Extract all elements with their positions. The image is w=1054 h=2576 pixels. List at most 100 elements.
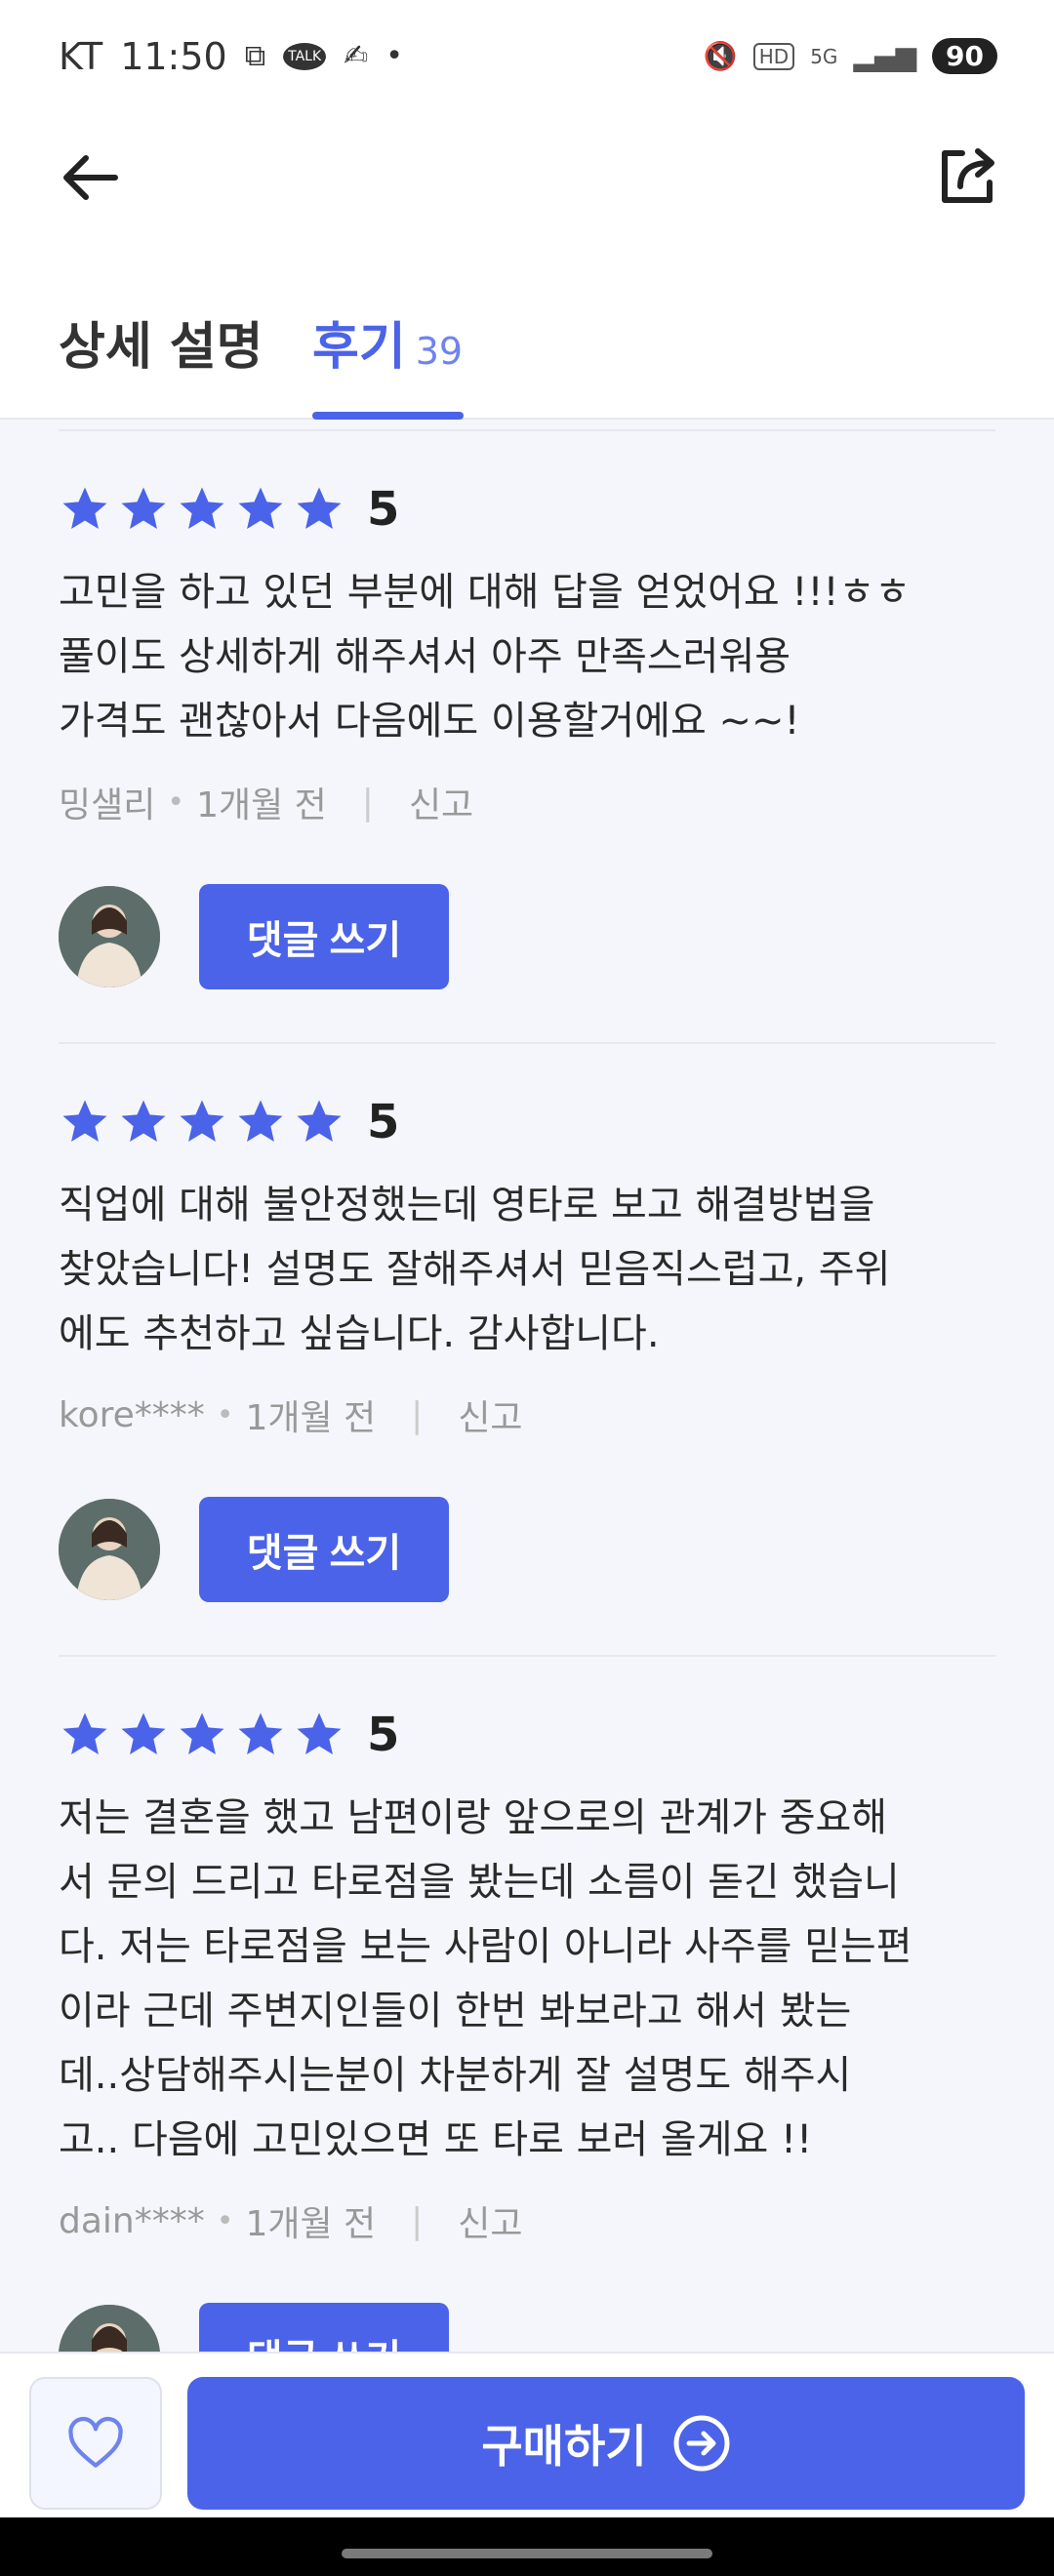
review-author: 밍샐리	[59, 785, 156, 825]
star-icon	[62, 1712, 107, 1755]
rating-score: 5	[367, 1708, 400, 1762]
review-line: 데..상담해주시는분이 차분하게 잘 설명도 해주시	[59, 2053, 852, 2098]
purchase-button[interactable]: 구매하기	[187, 2377, 1025, 2510]
star-icon	[297, 1712, 342, 1755]
star-icon	[238, 487, 283, 530]
favorite-button[interactable]	[29, 2377, 162, 2510]
star-icon	[121, 487, 166, 530]
review-line: 고.. 다음에 고민있으면 또 타로 보러 올게요 !!	[59, 2117, 813, 2162]
reply-row: 댓글 쓰기	[59, 2303, 995, 2352]
reply-row: 댓글 쓰기	[59, 1497, 995, 1602]
review-author: kore****	[59, 1394, 205, 1435]
star-rating: 5	[59, 480, 995, 539]
star-icon	[121, 1100, 166, 1143]
review-line: 다. 저는 타로점을 보는 사람이 아니라 사주를 믿는편	[59, 1924, 912, 1969]
meta-dot: •	[216, 2203, 234, 2238]
star-icon	[238, 1100, 283, 1143]
review-line: 서 문의 드리고 타로점을 봤는데 소름이 돋긴 했습니	[59, 1860, 900, 1905]
heart-icon	[68, 2416, 123, 2468]
review-author: dain****	[59, 2200, 205, 2241]
hd-icon: HD	[752, 42, 795, 70]
report-link[interactable]: 신고	[409, 777, 473, 827]
reviews-list[interactable]: 5 고민을 하고 있던 부분에 대해 답을 얻었어요 !!!ㅎㅎ 풀이도 상세하…	[0, 420, 1054, 2352]
review-meta: kore**** • 1개월 전 | 신고	[59, 1386, 995, 1444]
star-icon	[297, 1100, 342, 1143]
home-indicator[interactable]	[342, 2549, 712, 2558]
review-time: 1개월 전	[196, 785, 327, 825]
star-rating: 5	[59, 1093, 995, 1151]
review-line: 이라 근데 주변지인들이 한번 봐보라고 해서 봤는	[59, 1989, 852, 2033]
tab-bar: 상세 설명 후기 39	[0, 239, 1054, 420]
divider	[59, 1655, 995, 1657]
review-line: 고민을 하고 있던 부분에 대해 답을 얻었어요 !!!ㅎㅎ	[59, 570, 912, 615]
meta-separator: |	[411, 1394, 424, 1435]
carrier-label: KT	[59, 34, 103, 78]
arrow-circle-icon	[673, 2415, 730, 2472]
purchase-button-label: 구매하기	[481, 2421, 647, 2472]
tab-description-label: 상세 설명	[59, 318, 264, 377]
rating-score: 5	[367, 1095, 400, 1149]
clock: 11:50	[120, 34, 227, 78]
status-bar: KT 11:50 ⧉ TALK ✍ • 🔇 HD 5G ▂▄▆ 90	[0, 0, 1054, 112]
write-comment-button[interactable]: 댓글 쓰기	[199, 884, 449, 989]
avatar	[59, 2305, 160, 2352]
meta-dot: •	[216, 1397, 234, 1432]
tab-reviews[interactable]: 후기 39	[312, 305, 463, 379]
tab-reviews-label: 후기	[312, 318, 406, 377]
review-text: 직업에 대해 불안정했는데 영타로 보고 해결방법을 찾았습니다! 설명도 잘해…	[59, 1173, 995, 1366]
system-nav-bar	[0, 2517, 1054, 2576]
star-icon	[62, 487, 107, 530]
meta-dot: •	[167, 785, 185, 820]
screenshot-icon: ⧉	[244, 39, 266, 73]
active-tab-indicator	[312, 412, 464, 420]
review-line: 에도 추천하고 싶습니다. 감사합니다.	[59, 1311, 660, 1356]
avatar	[59, 886, 160, 987]
share-icon[interactable]	[933, 141, 1001, 210]
reply-row: 댓글 쓰기	[59, 884, 995, 989]
star-icon	[180, 487, 224, 530]
tab-description[interactable]: 상세 설명	[59, 305, 263, 379]
write-comment-button[interactable]: 댓글 쓰기	[199, 2303, 449, 2352]
star-icon	[180, 1100, 224, 1143]
talk-icon: TALK	[283, 42, 327, 70]
network-icon: 5G	[810, 44, 838, 68]
review-time: 1개월 전	[245, 2204, 377, 2244]
review-meta: 밍샐리 • 1개월 전 | 신고	[59, 773, 995, 831]
review-meta: dain**** • 1개월 전 | 신고	[59, 2192, 995, 2250]
back-arrow-icon[interactable]	[57, 143, 125, 212]
star-icon	[62, 1100, 107, 1143]
review-item: 5 저는 결혼을 했고 남편이랑 앞으로의 관계가 중요해 서 문의 드리고 타…	[59, 1706, 995, 2352]
battery-indicator: 90	[932, 38, 997, 74]
star-icon	[121, 1712, 166, 1755]
star-icon	[180, 1712, 224, 1755]
review-item: 5 고민을 하고 있던 부분에 대해 답을 얻었어요 !!!ㅎㅎ 풀이도 상세하…	[59, 480, 995, 989]
more-dot-icon: •	[385, 39, 403, 73]
review-line: 가격도 괜찮아서 다음에도 이용할거에요 ~~!	[59, 699, 800, 744]
avatar	[59, 1499, 160, 1600]
meta-separator: |	[361, 782, 374, 823]
signal-icon: ▂▄▆	[853, 40, 917, 72]
review-line: 직업에 대해 불안정했는데 영타로 보고 해결방법을	[59, 1183, 875, 1228]
divider	[59, 429, 995, 431]
review-text: 고민을 하고 있던 부분에 대해 답을 얻었어요 !!!ㅎㅎ 풀이도 상세하게 …	[59, 560, 995, 753]
mute-icon: 🔇	[703, 40, 738, 72]
bottom-action-bar: 구매하기	[0, 2352, 1054, 2517]
status-bar-left: KT 11:50 ⧉ TALK ✍ •	[59, 35, 403, 78]
review-line: 풀이도 상세하게 해주셔서 아주 만족스러워용	[59, 634, 791, 679]
review-time: 1개월 전	[245, 1398, 377, 1438]
star-icon	[297, 487, 342, 530]
report-link[interactable]: 신고	[458, 2195, 522, 2246]
review-line: 찾았습니다! 설명도 잘해주셔서 믿음직스럽고, 주위	[59, 1247, 891, 1292]
meta-separator: |	[411, 2200, 424, 2241]
reviews-count-badge: 39	[415, 330, 464, 373]
app-notification-icon: ✍	[344, 39, 369, 73]
review-line: 저는 결혼을 했고 남편이랑 앞으로의 관계가 중요해	[59, 1795, 888, 1840]
write-comment-button[interactable]: 댓글 쓰기	[199, 1497, 449, 1602]
status-bar-right: 🔇 HD 5G ▂▄▆ 90	[704, 38, 997, 74]
rating-score: 5	[367, 482, 400, 537]
star-icon	[238, 1712, 283, 1755]
report-link[interactable]: 신고	[458, 1389, 522, 1440]
divider	[59, 1042, 995, 1044]
review-text: 저는 결혼을 했고 남편이랑 앞으로의 관계가 중요해 서 문의 드리고 타로점…	[59, 1786, 995, 2172]
review-item: 5 직업에 대해 불안정했는데 영타로 보고 해결방법을 찾았습니다! 설명도 …	[59, 1093, 995, 1602]
